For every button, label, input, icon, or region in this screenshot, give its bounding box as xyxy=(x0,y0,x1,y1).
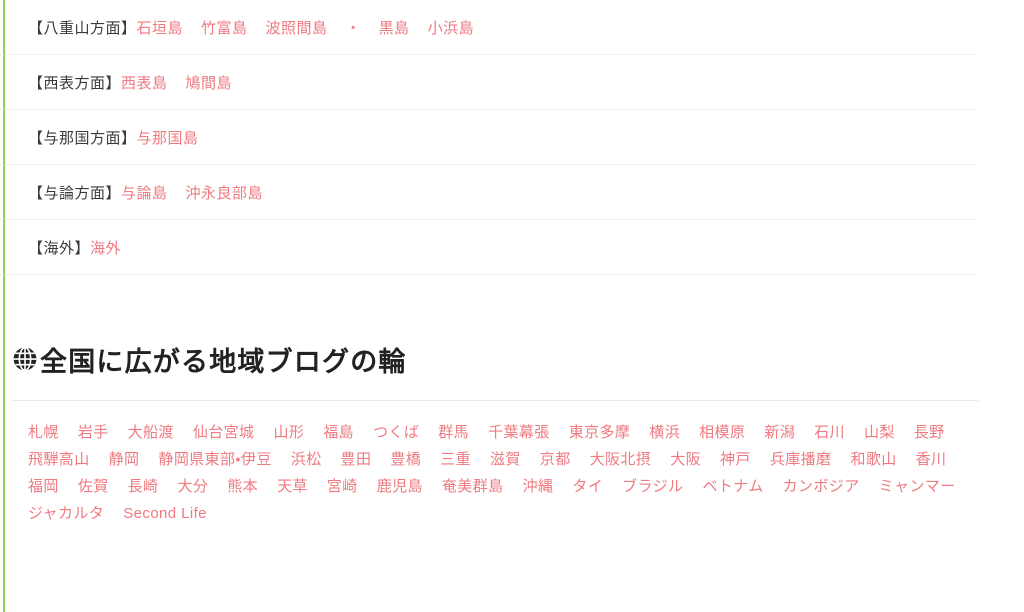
region-tag[interactable]: 神戸 xyxy=(720,451,751,468)
page-title: 全国に広がる地域ブログの輪 xyxy=(0,330,1024,388)
region-tag[interactable]: タイ xyxy=(572,478,603,495)
region-tag[interactable]: 浜松 xyxy=(291,451,322,468)
region-tag[interactable]: 新潟 xyxy=(764,424,795,441)
region-tag[interactable]: 大阪北摂 xyxy=(590,451,652,468)
region-tag[interactable]: 静岡 xyxy=(109,451,140,468)
region-tag[interactable]: 鹿児島 xyxy=(377,478,423,495)
region-tag[interactable]: 宮崎 xyxy=(327,478,358,495)
area-row-label: 【西表方面】 xyxy=(28,74,122,92)
region-tag[interactable]: 大分 xyxy=(177,478,208,495)
area-row-links: 海外 xyxy=(90,237,121,258)
region-tag[interactable]: カンボジア xyxy=(783,478,860,495)
region-tag[interactable]: 三重 xyxy=(440,451,471,468)
region-tag[interactable]: ベトナム xyxy=(702,478,763,495)
region-tag[interactable]: 長野 xyxy=(914,424,945,441)
region-tag[interactable]: つくば xyxy=(373,424,419,441)
area-row-links: 石垣島 竹富島 波照間島・黒島 小浜島 xyxy=(137,17,475,38)
region-tag[interactable]: 豊田 xyxy=(341,451,372,468)
area-link[interactable]: 鳩間島 xyxy=(186,72,233,93)
area-row-links: 与論島 沖永良部島 xyxy=(121,182,263,203)
area-row: 【八重山方面】 石垣島 竹富島 波照間島・黒島 小浜島 xyxy=(0,0,978,55)
region-tag[interactable]: 兵庫播磨 xyxy=(770,451,832,468)
region-tag-cloud: 札幌 岩手 大船渡 仙台宮城 山形 福島 つくば 群馬 千葉幕張 東京多摩 横浜 相模原 新潟 石川 山梨長… xyxy=(0,401,985,527)
region-tag[interactable]: 沖縄 xyxy=(523,478,554,495)
blog-ring-section: 全国に広がる地域ブログの輪 札幌 岩手 大船渡 仙台宮城 山形 福島 つくば 群馬 千葉幕張 東京… xyxy=(0,330,1024,527)
area-link[interactable]: 波照間島 xyxy=(266,17,328,38)
region-tag[interactable]: 福島 xyxy=(323,424,354,441)
region-tag[interactable]: 福岡 xyxy=(28,478,59,495)
area-row: 【与那国方面】 与那国島 xyxy=(0,110,978,165)
region-tag[interactable]: 奄美群島 xyxy=(442,478,504,495)
region-tag[interactable]: 香川 xyxy=(916,451,947,468)
area-link[interactable]: 沖永良部島 xyxy=(186,182,264,203)
area-row-links: 与那国島 xyxy=(137,127,199,148)
region-tag[interactable]: 佐賀 xyxy=(78,478,109,495)
area-row-label: 【与那国方面】 xyxy=(28,129,137,147)
region-tag[interactable]: 相模原 xyxy=(699,424,745,441)
area-row: 【与論方面】 与論島 沖永良部島 xyxy=(0,165,978,220)
region-tag[interactable]: 仙台宮城 xyxy=(193,424,255,441)
area-row: 【西表方面】 西表島 鳩間島 xyxy=(0,55,978,110)
region-tag[interactable]: 山梨 xyxy=(864,424,895,441)
area-link[interactable]: 与論島 xyxy=(121,182,168,203)
region-tag[interactable]: 飛騨高山 xyxy=(28,451,90,468)
region-tag[interactable]: 札幌 xyxy=(28,424,59,441)
region-tag[interactable]: 和歌山 xyxy=(850,451,896,468)
area-link[interactable]: 石垣島 xyxy=(137,17,184,38)
region-tag[interactable]: 天草 xyxy=(277,478,308,495)
area-link[interactable]: 与那国島 xyxy=(137,127,199,148)
region-tag[interactable]: 東京多摩 xyxy=(569,424,631,441)
region-tag[interactable]: 京都 xyxy=(540,451,571,468)
region-tag[interactable]: ミャンマー xyxy=(879,478,956,495)
region-tag[interactable]: 豊橋 xyxy=(390,451,421,468)
region-tag[interactable]: 群馬 xyxy=(438,424,469,441)
area-link[interactable]: 黒島 xyxy=(379,17,410,38)
region-tag[interactable]: 滋賀 xyxy=(490,451,521,468)
area-row: 【海外】 海外 xyxy=(0,220,978,275)
region-tag[interactable]: 山形 xyxy=(273,424,304,441)
area-row-links: 西表島 鳩間島 xyxy=(121,72,232,93)
region-tag[interactable]: ジャカルタ xyxy=(28,505,104,522)
region-tag[interactable]: 長崎 xyxy=(128,478,159,495)
region-tag[interactable]: 熊本 xyxy=(227,478,258,495)
region-tag[interactable]: 静岡県東部・伊豆 xyxy=(158,451,271,468)
area-link[interactable]: 海外 xyxy=(90,237,121,258)
area-link[interactable]: 竹富島 xyxy=(201,17,248,38)
area-row-label: 【八重山方面】 xyxy=(28,19,137,37)
page-content: 【八重山方面】 石垣島 竹富島 波照間島・黒島 小浜島 【西表方面】 西表島 鳩間島 【与那国方… xyxy=(0,0,1024,612)
region-tag[interactable]: ブラジル xyxy=(622,478,683,495)
area-row-label: 【海外】 xyxy=(28,239,91,257)
island-area-list: 【八重山方面】 石垣島 竹富島 波照間島・黒島 小浜島 【西表方面】 西表島 鳩間島 【与那国方… xyxy=(0,0,1024,275)
region-tag[interactable]: 岩手 xyxy=(78,424,109,441)
section-heading-text: 全国に広がる地域ブログの輪 xyxy=(40,346,407,377)
area-link-separator: ・ xyxy=(345,19,361,37)
area-link[interactable]: 西表島 xyxy=(121,72,168,93)
region-tag[interactable]: 石川 xyxy=(814,424,845,441)
region-tag[interactable]: Second Life xyxy=(123,505,207,522)
globe-icon xyxy=(13,346,37,372)
region-tag[interactable]: 横浜 xyxy=(649,424,680,441)
region-tag[interactable]: 大船渡 xyxy=(128,424,174,441)
region-tag[interactable]: 千葉幕張 xyxy=(488,424,550,441)
area-link[interactable]: 小浜島 xyxy=(428,17,475,38)
area-row-label: 【与論方面】 xyxy=(28,184,122,202)
region-tag[interactable]: 大阪 xyxy=(670,451,701,468)
